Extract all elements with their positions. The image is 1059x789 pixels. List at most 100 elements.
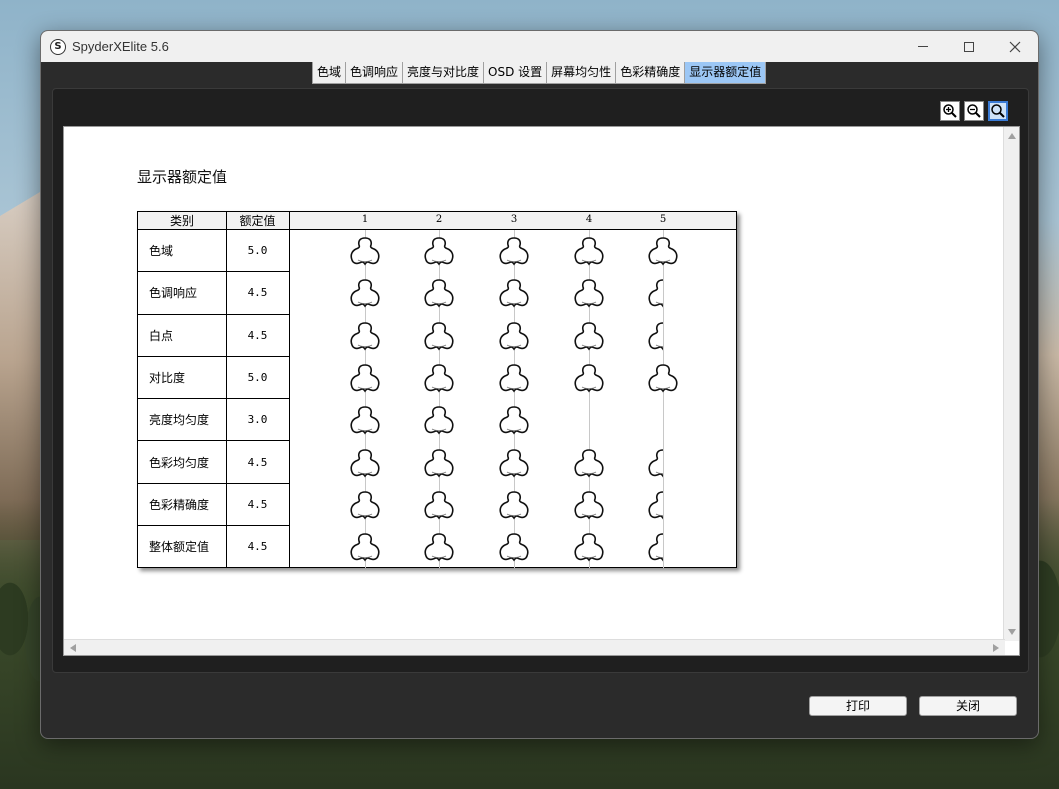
spyder-icon (573, 448, 605, 478)
scroll-right-arrow-icon[interactable] (993, 644, 999, 652)
spyder-icon (349, 363, 381, 393)
spyder-icon (573, 363, 605, 393)
rating-table: 类别 额定值 1 2 3 4 5 色域 5.0 色调响应 4.5 白点 4.5 对比度 5.0… (137, 211, 737, 569)
spyder-icon (423, 490, 455, 520)
vertical-scrollbar[interactable] (1003, 127, 1019, 641)
zoom-in-icon (943, 104, 957, 118)
spyder-icon (647, 278, 679, 308)
table-row: 白点 (138, 315, 226, 357)
tab-color-accuracy[interactable]: 色彩精确度 (615, 62, 686, 84)
tab-brightness-contrast[interactable]: 亮度与对比度 (402, 62, 485, 84)
spyder-icon (498, 448, 530, 478)
spyder-icon (423, 448, 455, 478)
table-row: 色彩精确度 (138, 484, 226, 527)
spyder-icon (498, 532, 530, 562)
scroll-down-arrow-icon[interactable] (1008, 629, 1016, 635)
print-button[interactable]: 打印 (809, 696, 907, 716)
row-rating-value: 4.5 (226, 272, 289, 315)
spyder-icon (573, 321, 605, 351)
spyder-icon (647, 236, 679, 266)
row-category-label: 色域 (149, 244, 174, 258)
row-rating-value: 5.0 (226, 357, 289, 400)
spyder-icon (498, 405, 530, 435)
row-rating-value: 4.5 (226, 442, 289, 484)
row-rating-value: 4.5 (226, 315, 289, 357)
window-title: SpyderXElite 5.6 (72, 39, 169, 54)
scale-label-1: 1 (361, 214, 369, 225)
spyder-icon (498, 490, 530, 520)
scroll-up-arrow-icon[interactable] (1008, 133, 1016, 139)
zoom-out-icon (967, 104, 981, 118)
header-category: 类别 (169, 214, 194, 228)
tab-osd-settings[interactable]: OSD 设置 (483, 62, 548, 84)
spyder-icon (498, 363, 530, 393)
spyder-icon (349, 405, 381, 435)
spyder-icon (573, 236, 605, 266)
spyder-icon (498, 236, 530, 266)
close-window-button[interactable] (992, 31, 1038, 62)
app-window: S SpyderXElite 5.6 色域 色调响应 亮度与对比度 OSD 设置… (40, 30, 1039, 739)
minimize-button[interactable] (900, 31, 946, 62)
scroll-left-arrow-icon[interactable] (70, 644, 76, 652)
scale-label-4: 4 (585, 214, 593, 225)
table-row: 色调响应 (138, 272, 226, 315)
scale-label-2: 2 (435, 214, 443, 225)
report-viewport[interactable]: 显示器额定值 类别 额定值 1 2 3 4 5 色域 5.0 色调响应 4.5 白点 4.… (63, 126, 1020, 656)
header-rating: 额定值 (239, 214, 276, 228)
row-rating-value: 3.0 (226, 399, 289, 442)
spyder-icon (647, 448, 679, 478)
spyder-icon (423, 532, 455, 562)
scale-label-3: 3 (510, 214, 518, 225)
app-logo-icon: S (50, 38, 66, 55)
spyder-icon (423, 405, 455, 435)
maximize-icon (964, 41, 974, 52)
zoom-fit-button[interactable] (988, 101, 1008, 121)
spyder-icon (349, 490, 381, 520)
zoom-fit-icon (991, 104, 1005, 118)
tab-monitor-rating[interactable]: 显示器额定值 (684, 62, 767, 84)
scale-label-5: 5 (659, 214, 667, 225)
row-category-label: 色调响应 (149, 286, 198, 301)
spyder-icon (349, 321, 381, 351)
row-rating-value: 4.5 (226, 526, 289, 569)
zoom-in-button[interactable] (940, 101, 960, 121)
spyder-icon (647, 532, 679, 562)
row-category-label: 整体额定值 (149, 540, 210, 555)
table-header: 类别 额定值 1 2 3 4 5 (138, 212, 736, 230)
spyder-icon (349, 532, 381, 562)
maximize-button[interactable] (946, 31, 992, 62)
minimize-icon (918, 46, 928, 47)
spyder-icon (349, 448, 381, 478)
spyder-icon (573, 490, 605, 520)
table-row: 亮度均匀度 (138, 399, 226, 442)
spyder-icon (498, 321, 530, 351)
table-row: 色彩均匀度 (138, 442, 226, 484)
tab-screen-uniformity[interactable]: 屏幕均匀性 (546, 62, 617, 84)
table-row: 对比度 (138, 357, 226, 400)
content-frame: 显示器额定值 类别 额定值 1 2 3 4 5 色域 5.0 色调响应 4.5 白点 4.… (52, 88, 1029, 673)
row-category-label: 色彩精确度 (149, 497, 210, 512)
spyder-icon (573, 532, 605, 562)
spyder-icon (423, 363, 455, 393)
spyder-icon (647, 321, 679, 351)
row-rating-value: 5.0 (226, 230, 289, 273)
close-button[interactable]: 关闭 (919, 696, 1017, 716)
tab-tone-response[interactable]: 色调响应 (345, 62, 404, 84)
zoom-out-button[interactable] (964, 101, 984, 121)
close-icon (1009, 41, 1021, 52)
row-category-label: 色彩均匀度 (149, 455, 210, 470)
row-rating-value: 4.5 (226, 484, 289, 527)
tab-gamut[interactable]: 色域 (312, 62, 347, 84)
row-category-label: 白点 (149, 328, 174, 343)
horizontal-scrollbar[interactable] (64, 639, 1005, 655)
table-row: 色域 (138, 230, 226, 273)
table-row: 整体额定值 (138, 526, 226, 569)
spyder-icon (349, 236, 381, 266)
title-bar: S SpyderXElite 5.6 (41, 31, 1038, 62)
zoom-toolbar (940, 101, 1008, 121)
row-category-label: 亮度均匀度 (149, 413, 210, 428)
spyder-icon (349, 278, 381, 308)
row-category-label: 对比度 (149, 370, 186, 385)
spyder-icon (498, 278, 530, 308)
column-divider (289, 212, 290, 567)
